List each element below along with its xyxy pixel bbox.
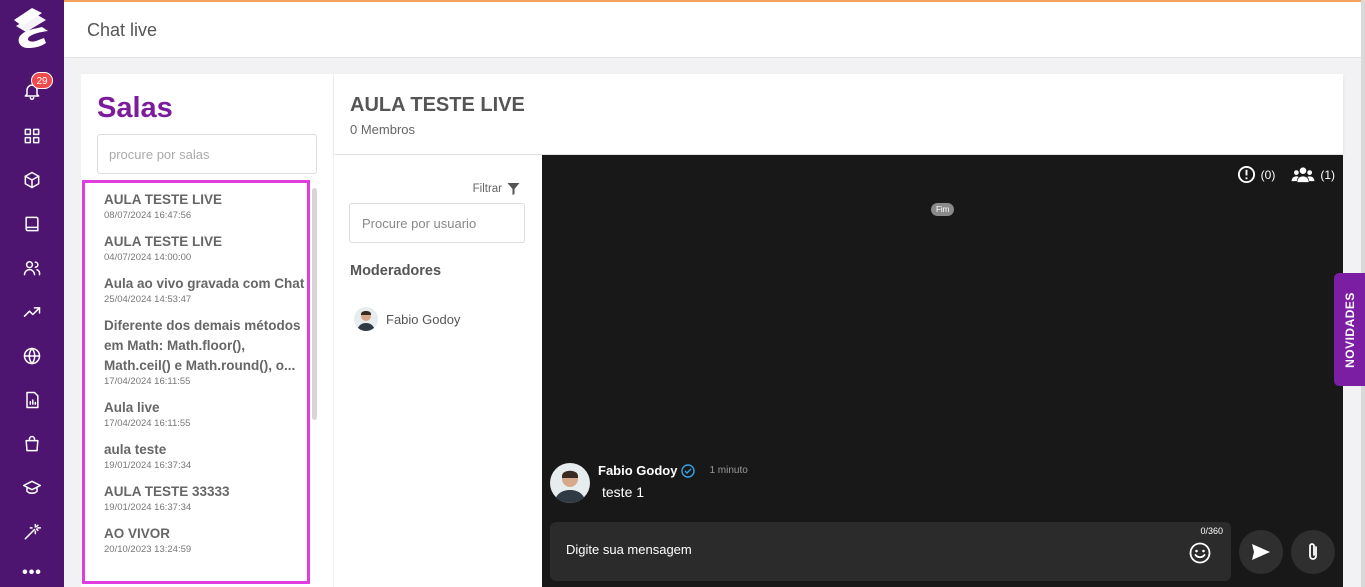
bag-icon[interactable]: [20, 432, 44, 456]
room-item[interactable]: AULA TESTE 33333 19/01/2024 16:37:34: [85, 482, 307, 514]
message-text: teste 1: [602, 484, 645, 500]
room-item[interactable]: Diferente dos demais métodos em Math: Ma…: [85, 316, 307, 388]
moderators-title: Moderadores: [350, 263, 442, 279]
reports-count: (0): [1260, 167, 1276, 182]
app-logo[interactable]: [8, 4, 56, 52]
trending-icon[interactable]: [20, 300, 44, 324]
alert-icon: [1237, 165, 1255, 184]
moderator-name: Fabio Godoy: [386, 311, 461, 327]
more-icon[interactable]: •••: [20, 565, 44, 581]
send-button[interactable]: [1239, 530, 1283, 574]
globe-icon[interactable]: [20, 344, 44, 368]
wand-icon[interactable]: [20, 520, 44, 544]
members-count: 0 Membros: [350, 122, 416, 137]
char-counter: 0/360: [1200, 526, 1223, 536]
reports-stat[interactable]: (0): [1237, 165, 1276, 184]
chat-header: AULA TESTE LIVE 0 Membros: [334, 74, 1343, 154]
rooms-scrollbar[interactable]: [312, 188, 317, 420]
box-icon[interactable]: [20, 168, 44, 192]
moderator-item[interactable]: Fabio Godoy: [354, 307, 460, 331]
chat-message: Fabio Godoy 1 minuto teste 1: [550, 463, 748, 503]
room-item[interactable]: Aula ao vivo gravada com Chat 25/04/2024…: [85, 274, 307, 306]
novidades-tab[interactable]: NOVIDADES: [1334, 273, 1365, 386]
participants-stat[interactable]: (1): [1291, 165, 1335, 184]
room-item[interactable]: AO VIVOR 20/10/2023 13:24:59: [85, 524, 307, 556]
chat-area: (0) (1) Fim Fabio Godoy 1 minuto teste 1…: [542, 155, 1343, 587]
room-item[interactable]: Aula live 17/04/2024 16:11:55: [85, 398, 307, 430]
paperclip-icon: [1309, 543, 1317, 560]
rooms-list: AULA TESTE LIVE 08/07/2024 16:47:56 AULA…: [82, 180, 310, 584]
filter-icon: [507, 183, 520, 195]
message-input[interactable]: [550, 534, 1170, 564]
rooms-search-input[interactable]: [97, 134, 317, 174]
room-title: AULA TESTE LIVE: [350, 94, 525, 116]
verified-icon: [681, 463, 696, 478]
message-author-row: Fabio Godoy 1 minuto: [598, 463, 748, 478]
user-search-input[interactable]: [349, 203, 525, 243]
users-group-icon: [1291, 167, 1315, 183]
rooms-panel: Salas AULA TESTE LIVE 08/07/2024 16:47:5…: [81, 74, 333, 587]
avatar: [354, 307, 378, 331]
grid-icon[interactable]: [20, 124, 44, 148]
sidebar-nav: 29 •••: [0, 0, 64, 587]
emoji-icon[interactable]: [1189, 542, 1211, 564]
report-icon[interactable]: [20, 388, 44, 412]
filter-button[interactable]: Filtrar: [473, 183, 520, 195]
participants-count: (1): [1320, 167, 1335, 182]
chat-stats: (0) (1): [1237, 165, 1335, 184]
users-panel: Filtrar Moderadores Fabio Godoy: [334, 155, 542, 587]
users-icon[interactable]: [20, 256, 44, 280]
rooms-title: Salas: [97, 92, 173, 124]
room-item[interactable]: AULA TESTE LIVE 08/07/2024 16:47:56: [85, 190, 307, 222]
notification-badge: 29: [31, 72, 53, 89]
message-time: 1 minuto: [709, 465, 748, 476]
message-author: Fabio Godoy: [598, 463, 678, 478]
book-icon[interactable]: [20, 212, 44, 236]
message-composer: 0/360: [550, 522, 1231, 581]
attach-button[interactable]: [1291, 530, 1335, 574]
end-label: Fim: [931, 203, 955, 216]
page-title: Chat live: [87, 20, 158, 40]
filter-label: Filtrar: [472, 183, 502, 195]
novidades-label: NOVIDADES: [1342, 291, 1357, 368]
graduation-icon[interactable]: [20, 476, 44, 500]
room-item[interactable]: AULA TESTE LIVE 04/07/2024 14:00:00: [85, 232, 307, 264]
avatar: [550, 463, 590, 503]
top-header: Chat live: [64, 0, 1365, 58]
room-item[interactable]: aula teste 19/01/2024 16:37:34: [85, 440, 307, 472]
send-icon: [1252, 544, 1270, 560]
